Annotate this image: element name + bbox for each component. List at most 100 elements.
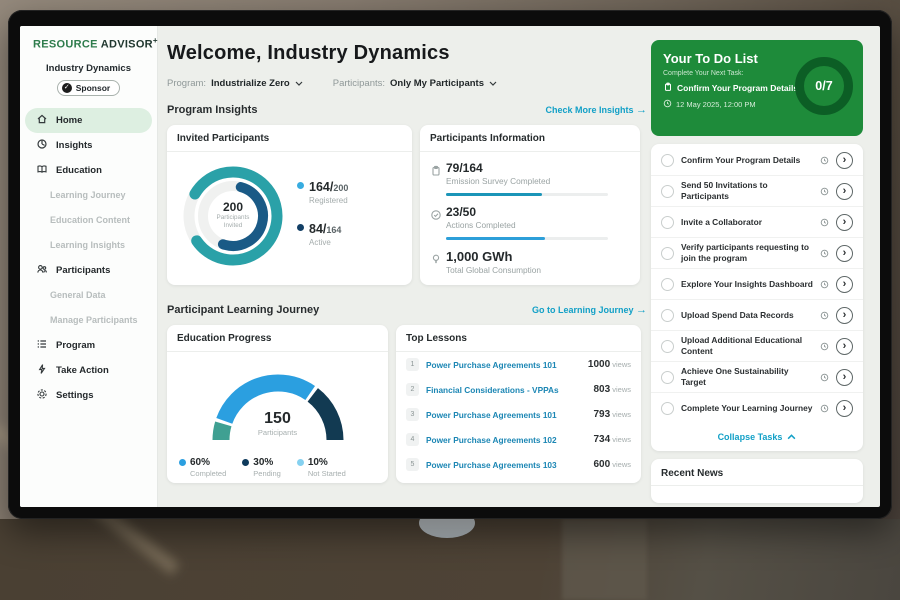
sidebar-item-settings[interactable]: Settings — [25, 383, 152, 408]
chevron-down-icon — [295, 78, 303, 89]
progress-fill — [446, 237, 545, 240]
sidebar-item-label: Participants — [56, 265, 110, 276]
insights-icon — [36, 138, 48, 153]
task-chevron-button[interactable]: › — [836, 214, 853, 231]
sidebar-item-label: Program — [56, 340, 95, 351]
dashboard-screen: RESOURCE ADVISOR+ Industry Dynamics ✓ Sp… — [20, 26, 880, 507]
lesson-link[interactable]: Power Purchase Agreements 101 — [426, 360, 581, 370]
recent-news-title: Recent News — [651, 459, 863, 486]
task-checkbox[interactable] — [661, 371, 674, 384]
task-chevron-button[interactable]: › — [836, 338, 853, 355]
task-chevron-button[interactable]: › — [836, 400, 853, 417]
info-label: Emission Survey Completed — [446, 176, 608, 186]
info-row-consumption: 1,000 GWh Total Global Consumption — [420, 240, 640, 275]
task-row[interactable]: Send 50 Invitations to Participants › — [651, 176, 863, 207]
program-dropdown[interactable]: Program: Industrialize Zero — [167, 78, 303, 89]
sidebar-item-education[interactable]: Education — [25, 158, 152, 183]
sidebar-item-program[interactable]: Program — [25, 333, 152, 358]
clock-icon — [663, 99, 672, 110]
arrow-right-icon: → — [636, 104, 647, 116]
sidebar-item-learning-insights[interactable]: Learning Insights — [25, 233, 152, 258]
task-checkbox[interactable] — [661, 154, 674, 167]
lesson-link[interactable]: Financial Considerations - VPPAs — [426, 385, 586, 395]
task-row[interactable]: Upload Additional Educational Content › — [651, 331, 863, 362]
task-chevron-button[interactable]: › — [836, 183, 853, 200]
invited-donut-chart: 200 Participants Invited — [177, 160, 289, 272]
task-checkbox[interactable] — [661, 185, 674, 198]
task-checkbox[interactable] — [661, 247, 674, 260]
task-row[interactable]: Achieve One Sustainability Target › — [651, 362, 863, 393]
invited-participants-card: Invited Participants 200 — [167, 125, 412, 285]
sidebar-item-home[interactable]: Home — [25, 108, 152, 133]
arrow-right-icon: → — [636, 304, 647, 316]
program-label: Program: — [167, 78, 206, 89]
card-title: Education Progress — [167, 325, 388, 352]
task-row[interactable]: Confirm Your Program Details › — [651, 145, 863, 176]
legend-not-started: 10% Not Started — [297, 457, 346, 478]
sidebar-item-label: Learning Insights — [50, 240, 125, 250]
lesson-rank: 3 — [406, 408, 419, 421]
lesson-views: 600 views — [593, 459, 631, 470]
todo-header-card: Your To Do List Complete Your Next Task:… — [651, 40, 863, 136]
section-title: Program Insights — [167, 104, 257, 116]
task-checkbox[interactable] — [661, 278, 674, 291]
participants-dropdown[interactable]: Participants: Only My Participants — [333, 78, 497, 89]
lesson-row[interactable]: 4 Power Purchase Agreements 102 734 view… — [396, 427, 641, 452]
task-checkbox[interactable] — [661, 309, 674, 322]
lesson-row[interactable]: 2 Financial Considerations - VPPAs 803 v… — [396, 377, 641, 402]
clock-icon — [820, 218, 829, 227]
task-checkbox[interactable] — [661, 340, 674, 353]
progress-fill — [446, 193, 542, 196]
lesson-row[interactable]: 3 Power Purchase Agreements 101 793 view… — [396, 402, 641, 427]
sidebar-item-label: Take Action — [56, 365, 109, 376]
sidebar-item-take-action[interactable]: Take Action — [25, 358, 152, 383]
lesson-link[interactable]: Power Purchase Agreements 103 — [426, 460, 586, 470]
collapse-tasks-link[interactable]: Collapse Tasks — [651, 424, 863, 451]
task-checkbox[interactable] — [661, 402, 674, 415]
task-chevron-button[interactable]: › — [836, 307, 853, 324]
sidebar-item-participants[interactable]: Participants — [25, 258, 152, 283]
task-row[interactable]: Complete Your Learning Journey › — [651, 393, 863, 424]
task-chevron-button[interactable]: › — [836, 245, 853, 262]
sponsor-badge[interactable]: ✓ Sponsor — [57, 80, 120, 96]
program-insights-header: Program Insights Check More Insights → — [167, 104, 647, 116]
lesson-link[interactable]: Power Purchase Agreements 102 — [426, 435, 586, 445]
filter-bar: Program: Industrialize Zero Participants… — [167, 78, 647, 89]
app-logo: RESOURCE ADVISOR+ — [20, 26, 157, 51]
sidebar-item-manage-participants[interactable]: Manage Participants — [25, 308, 152, 333]
task-row[interactable]: Verify participants requesting to join t… — [651, 238, 863, 269]
sidebar-item-education-content[interactable]: Education Content — [25, 208, 152, 233]
check-more-insights-link[interactable]: Check More Insights → — [545, 104, 647, 116]
gauge-center-label: Participants — [203, 428, 353, 437]
participants-icon — [36, 263, 48, 278]
task-row[interactable]: Invite a Collaborator › — [651, 207, 863, 238]
top-lessons-card: Top Lessons 1 Power Purchase Agreements … — [396, 325, 641, 483]
sidebar-item-insights[interactable]: Insights — [25, 133, 152, 158]
lesson-link[interactable]: Power Purchase Agreements 101 — [426, 410, 586, 420]
clock-icon — [820, 404, 829, 413]
info-value: 1,000 GWh — [446, 249, 541, 264]
lesson-row[interactable]: 5 Power Purchase Agreements 103 600 view… — [396, 452, 641, 477]
recent-news-card: Recent News — [651, 459, 863, 503]
education-gauge-chart: 150 Participants — [203, 362, 353, 450]
clock-icon — [820, 280, 829, 289]
sidebar-item-general-data[interactable]: General Data — [25, 283, 152, 308]
task-chevron-button[interactable]: › — [836, 152, 853, 169]
logo-plus: + — [153, 36, 158, 45]
lesson-row[interactable]: 1 Power Purchase Agreements 101 1000 vie… — [396, 352, 641, 377]
task-row[interactable]: Explore Your Insights Dashboard › — [651, 269, 863, 300]
card-title: Participants Information — [420, 125, 640, 152]
take-action-icon — [36, 363, 48, 378]
sponsor-icon: ✓ — [62, 83, 72, 93]
learning-journey-cards: Education Progress 150 Participants 60% … — [167, 325, 647, 483]
go-to-learning-journey-link[interactable]: Go to Learning Journey → — [532, 304, 647, 316]
task-chevron-button[interactable]: › — [836, 276, 853, 293]
task-chevron-button[interactable]: › — [836, 369, 853, 386]
clock-icon — [820, 342, 829, 351]
task-checkbox[interactable] — [661, 216, 674, 229]
task-row[interactable]: Upload Spend Data Records › — [651, 300, 863, 331]
sidebar-item-learning-journey[interactable]: Learning Journey — [25, 183, 152, 208]
lesson-views: 793 views — [593, 409, 631, 420]
logo-text-advisor: ADVISOR — [101, 39, 153, 51]
card-title: Invited Participants — [167, 125, 412, 152]
